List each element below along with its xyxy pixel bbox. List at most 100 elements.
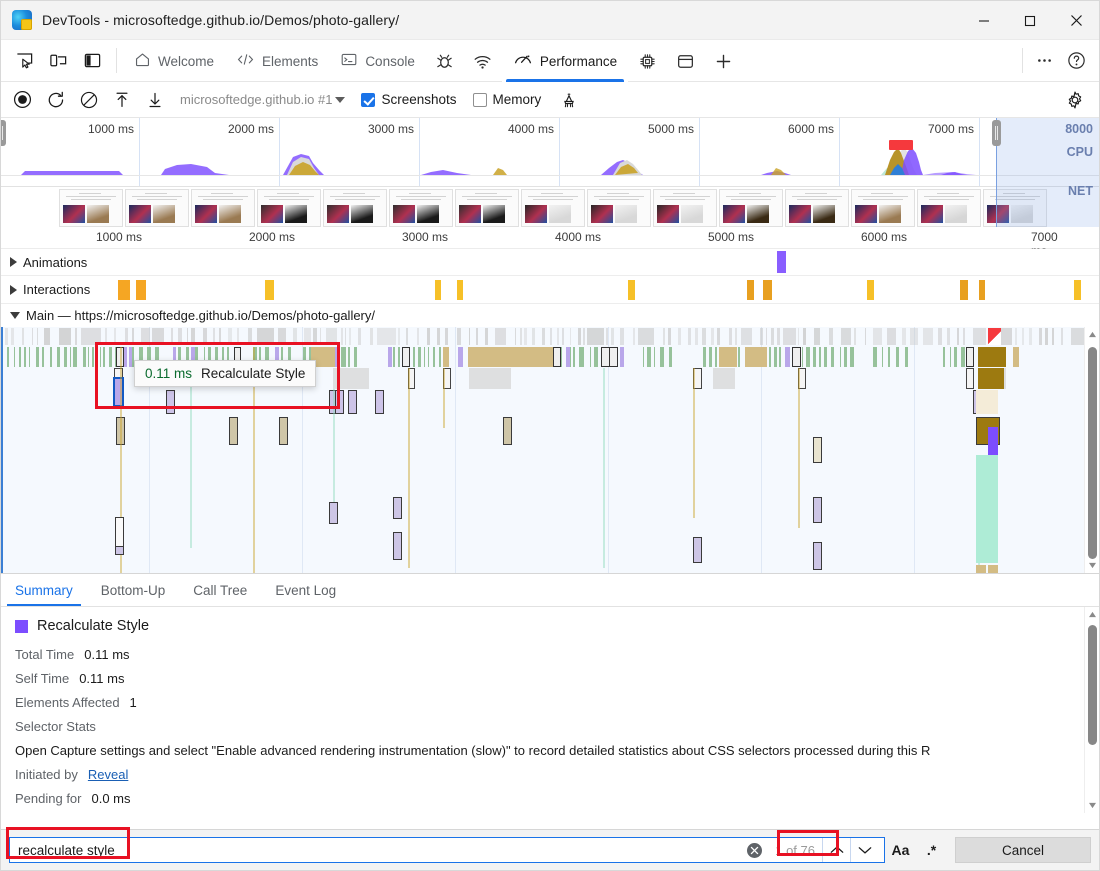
scripting-event[interactable] (824, 347, 827, 367)
interaction-event[interactable] (435, 280, 441, 300)
parse-event[interactable] (495, 328, 506, 345)
scripting-event[interactable] (643, 347, 644, 367)
scripting-event[interactable] (950, 347, 951, 367)
parse-event[interactable] (213, 328, 214, 345)
parse-event[interactable] (938, 328, 942, 345)
scripting-event[interactable] (905, 347, 908, 367)
scripting-event[interactable] (50, 347, 52, 367)
parse-event[interactable] (457, 328, 461, 345)
deep-nested-event[interactable] (393, 497, 402, 519)
parse-event[interactable] (678, 328, 681, 345)
scripting-event[interactable] (709, 347, 713, 367)
layout-event[interactable] (229, 417, 238, 445)
scripting-event[interactable] (36, 347, 39, 367)
parse-event[interactable] (638, 328, 654, 345)
scripting-event[interactable] (715, 347, 717, 367)
track-row-animations[interactable]: Animations (1, 249, 1099, 276)
scripting-event[interactable] (393, 347, 395, 367)
parse-event[interactable] (105, 328, 107, 345)
scripting-event[interactable] (660, 347, 664, 367)
download-profile-icon[interactable] (139, 86, 170, 114)
scripting-long-event[interactable] (719, 347, 737, 367)
parse-event[interactable] (219, 328, 221, 345)
filmstrip-frame[interactable] (125, 189, 189, 227)
tab-event-log[interactable]: Event Log (261, 574, 350, 606)
filmstrip-frame[interactable] (719, 189, 783, 227)
scripting-event[interactable] (109, 347, 112, 367)
scripting-event[interactable] (14, 347, 15, 367)
scripting-event[interactable] (398, 347, 400, 367)
scroll-up-arrow[interactable] (1085, 607, 1100, 622)
scripting-event[interactable] (590, 347, 592, 367)
rendering-event[interactable] (388, 347, 392, 367)
parse-event[interactable] (22, 328, 24, 345)
parse-event[interactable] (620, 328, 624, 345)
parse-event[interactable] (760, 328, 763, 345)
minimize-button[interactable] (961, 1, 1007, 40)
help-icon[interactable] (1061, 46, 1091, 76)
parse-event[interactable] (178, 328, 182, 345)
cancel-search-button[interactable]: Cancel (955, 837, 1091, 863)
scripting-event[interactable] (806, 347, 810, 367)
scripting-event[interactable] (354, 347, 356, 367)
parse-event[interactable] (695, 328, 698, 345)
scripting-event[interactable] (57, 347, 60, 367)
search-field[interactable]: 1 of 76 (9, 837, 885, 863)
search-input[interactable] (16, 842, 747, 859)
interaction-event[interactable] (867, 280, 874, 300)
scripting-event[interactable] (88, 347, 89, 367)
scrollbar-thumb[interactable] (1088, 625, 1097, 745)
parse-event[interactable] (406, 328, 408, 345)
recalculate-style-event[interactable] (988, 427, 998, 455)
composite-event[interactable] (976, 565, 986, 573)
filmstrip-frame[interactable] (191, 189, 255, 227)
parse-event[interactable] (771, 328, 774, 345)
parse-event[interactable] (887, 328, 897, 345)
parse-event[interactable] (11, 328, 14, 345)
scripting-event[interactable] (24, 347, 27, 367)
memory-checkbox[interactable]: Memory (473, 92, 542, 107)
deep-nested-event[interactable] (813, 542, 822, 570)
summary-scrollbar[interactable] (1084, 607, 1099, 813)
parse-event[interactable] (132, 328, 134, 345)
parse-event[interactable] (606, 328, 608, 345)
tab-application[interactable] (666, 40, 704, 82)
parse-event[interactable] (75, 328, 78, 345)
parse-event[interactable] (611, 328, 614, 345)
scripting-event[interactable] (844, 347, 847, 367)
filmstrip-frame[interactable] (587, 189, 651, 227)
nested-event[interactable] (966, 368, 974, 389)
recording-target-select[interactable]: microsoftedge.github.io #1 (180, 92, 345, 107)
track-row-interactions[interactable]: Interactions (1, 276, 1099, 304)
clear-search-icon[interactable] (747, 843, 762, 858)
parse-event[interactable] (777, 328, 780, 345)
scripting-event[interactable] (873, 347, 877, 367)
scripting-event[interactable] (703, 347, 706, 367)
scripting-event[interactable] (64, 347, 68, 367)
paint-stack[interactable] (976, 455, 998, 563)
nested-event[interactable] (348, 390, 357, 414)
layout-event[interactable] (503, 417, 512, 445)
scripting-event[interactable] (819, 347, 822, 367)
tab-console[interactable]: Console (329, 40, 426, 82)
parse-event[interactable] (5, 328, 8, 345)
filmstrip-frame[interactable] (455, 189, 519, 227)
parse-event[interactable] (1039, 328, 1042, 345)
interaction-event[interactable] (979, 280, 985, 300)
parse-event[interactable] (313, 328, 317, 345)
filmstrip-frame[interactable] (653, 189, 717, 227)
overview-left-handle[interactable] (992, 120, 1001, 146)
parse-event[interactable] (688, 328, 691, 345)
scripting-event[interactable] (348, 347, 351, 367)
parse-event[interactable] (702, 328, 705, 345)
scripting-event[interactable] (439, 347, 440, 367)
parse-event[interactable] (320, 328, 321, 345)
interaction-event[interactable] (628, 280, 635, 300)
parse-event[interactable] (854, 328, 856, 345)
interaction-event[interactable] (118, 280, 130, 300)
parse-event[interactable] (171, 328, 173, 345)
paint-event[interactable] (976, 390, 998, 414)
tab-welcome[interactable]: Welcome (123, 40, 225, 82)
parse-event[interactable] (417, 328, 419, 345)
parse-event[interactable] (524, 328, 527, 345)
